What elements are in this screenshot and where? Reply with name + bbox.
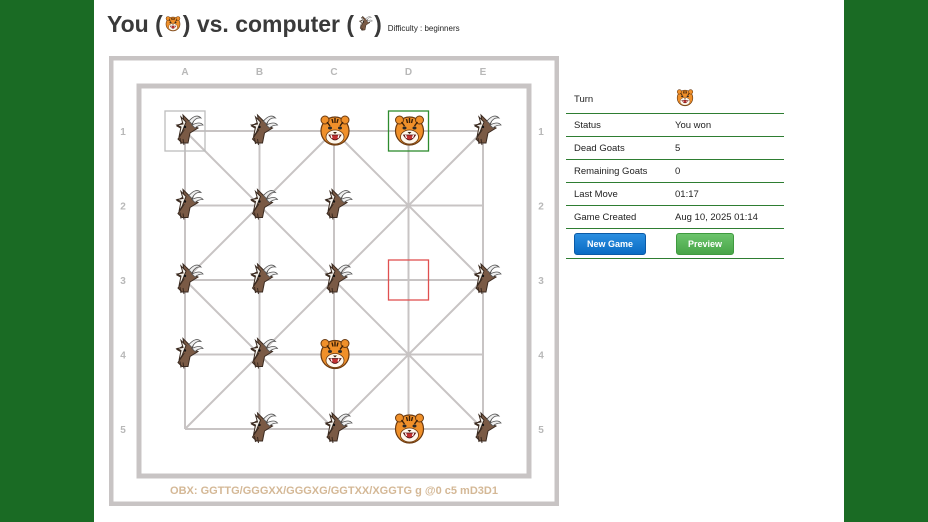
you-label: You (: [107, 10, 163, 37]
game-created-row: Game Created Aug 10, 2025 01:14: [566, 206, 784, 229]
row-label-left: 1: [120, 127, 126, 138]
tiger-piece[interactable]: [320, 338, 350, 370]
game-created-value: Aug 10, 2025 01:14: [675, 211, 758, 223]
turn-row: Turn: [566, 85, 784, 114]
game-title: You ( ) vs. computer ( ) Difficulty : be…: [107, 8, 460, 40]
tiger-icon: [394, 413, 425, 444]
status-label: Status: [574, 119, 601, 131]
game-info-panel: Turn Status You won Dead Goats 5 Remaini…: [566, 85, 784, 259]
last-move-value: 01:17: [675, 188, 699, 200]
tiger-icon: [320, 338, 350, 370]
tiger-piece[interactable]: [320, 115, 350, 146]
turn-label: Turn: [574, 93, 594, 105]
tiger-icon: [394, 115, 425, 146]
row-label-right: 2: [538, 202, 544, 213]
row-label-left: 5: [120, 425, 126, 436]
column-label: B: [256, 67, 263, 78]
game-created-label: Game Created: [574, 211, 637, 223]
game-board[interactable]: A B C D E 1 1 2 2 3 3 4 4 5 5 OBX: GGTTG/GGGXX/GGGXG/G…: [109, 56, 559, 506]
row-label-left: 4: [120, 351, 126, 362]
dead-goats-label: Dead Goats: [574, 142, 625, 154]
tiger-icon: [676, 88, 694, 106]
remaining-goats-row: Remaining Goats 0: [566, 160, 784, 183]
column-label: D: [405, 67, 412, 78]
row-label-left: 3: [120, 276, 126, 287]
page-content: You ( ) vs. computer ( ) Difficulty : be…: [94, 0, 844, 522]
tiger-piece[interactable]: [394, 413, 425, 444]
difficulty-label: Difficulty : beginners: [387, 23, 460, 33]
actions-row: New Game Preview: [566, 229, 784, 259]
tiger-piece[interactable]: [394, 115, 425, 146]
row-label-right: 4: [538, 351, 544, 362]
goat-icon: [359, 15, 373, 32]
last-move-row: Last Move 01:17: [566, 183, 784, 206]
row-label-right: 5: [538, 425, 544, 436]
row-label-right: 1: [538, 127, 544, 138]
column-label: C: [330, 67, 337, 78]
new-game-button[interactable]: New Game: [574, 232, 646, 255]
tiger-icon: [320, 115, 350, 146]
remaining-goats-label: Remaining Goats: [574, 165, 648, 177]
status-row: Status You won: [566, 114, 784, 137]
dead-goats-value: 5: [675, 142, 681, 154]
status-value: You won: [675, 119, 712, 131]
obx-notation: OBX: GGTTG/GGGXX/GGGXG/GGTXX/XGGTG g @0 …: [170, 485, 498, 497]
tiger-icon: [165, 16, 181, 32]
row-label-right: 3: [538, 276, 544, 287]
vs-label: ) vs. computer (: [182, 10, 355, 37]
preview-button[interactable]: Preview: [676, 232, 734, 255]
turn-value: [675, 88, 784, 111]
last-move-label: Last Move: [574, 188, 618, 200]
row-label-left: 2: [120, 202, 126, 213]
remaining-goats-value: 0: [675, 165, 681, 177]
close-paren: ): [374, 10, 382, 37]
column-label: E: [480, 67, 487, 78]
column-label: A: [181, 67, 188, 78]
dead-goats-row: Dead Goats 5: [566, 137, 784, 160]
board-svg[interactable]: A B C D E 1 1 2 2 3 3 4 4 5 5 OBX: GGTTG/GGGXX/GGGXG/G…: [109, 56, 559, 506]
